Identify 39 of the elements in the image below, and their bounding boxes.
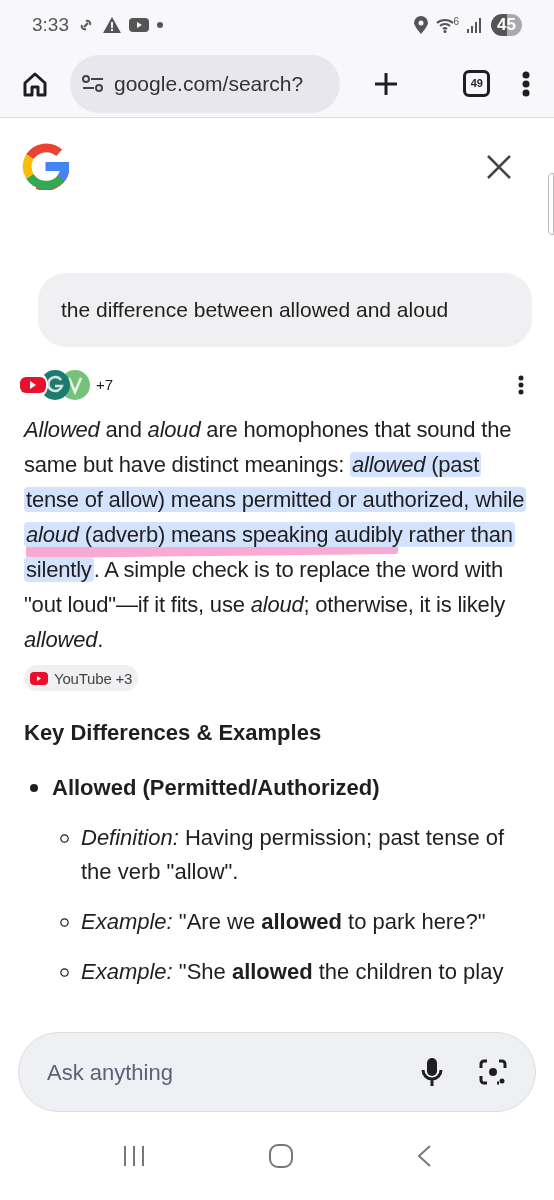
bullet-circle — [60, 918, 69, 927]
bullet-dot — [30, 784, 38, 792]
bullet-text: Example: "She allowed the children to play — [81, 958, 504, 986]
bullet-circle — [60, 968, 69, 977]
bullet-text: Definition: Having permission; past tense of the verb "allow". — [81, 824, 506, 886]
signal-icon — [467, 17, 484, 33]
url-text: google.com/search? — [114, 70, 304, 97]
bullet-title: Allowed (Permitted/Authorized) — [52, 774, 380, 802]
camera-search-button[interactable] — [479, 1058, 507, 1086]
scrollbar[interactable] — [548, 173, 554, 235]
ask-field[interactable]: Ask anything — [47, 1055, 421, 1089]
close-button[interactable] — [486, 153, 512, 180]
address-bar[interactable]: google.com/search? — [70, 54, 340, 113]
google-logo-icon — [22, 143, 69, 190]
more-options-button[interactable] — [518, 375, 524, 395]
recent-apps-button[interactable] — [121, 1144, 146, 1168]
bullet-text: Example: "Are we allowed to park here?" — [81, 908, 486, 936]
source-favicons-drawing[interactable] — [18, 370, 90, 400]
microphone-button[interactable] — [421, 1057, 443, 1087]
ask-bar[interactable]: Ask anything — [18, 1032, 536, 1112]
battery-indicator: 45 — [491, 14, 522, 36]
source-chip[interactable]: YouTube +3 — [24, 665, 139, 692]
video-play-icon — [30, 671, 48, 685]
wifi-label: 6 — [453, 17, 460, 27]
section-heading: Key Differences & Examples — [23, 719, 323, 747]
home-nav-button[interactable] — [269, 1144, 293, 1168]
location-icon — [413, 16, 428, 34]
query-bubble: the difference between allowed and aloud — [38, 273, 532, 347]
site-settings-icon[interactable] — [82, 74, 104, 93]
more-sources-count[interactable]: +7 — [96, 373, 114, 397]
tab-count-button[interactable]: 49 — [463, 70, 491, 97]
bullet-circle — [60, 834, 69, 843]
wifi-icon — [435, 17, 454, 33]
warning-icon — [103, 17, 121, 33]
video-play-icon — [129, 18, 149, 32]
menu-button[interactable] — [522, 70, 530, 97]
dot-icon — [157, 22, 163, 28]
back-button[interactable] — [416, 1144, 433, 1168]
clock-time: 3:33 — [32, 12, 69, 37]
